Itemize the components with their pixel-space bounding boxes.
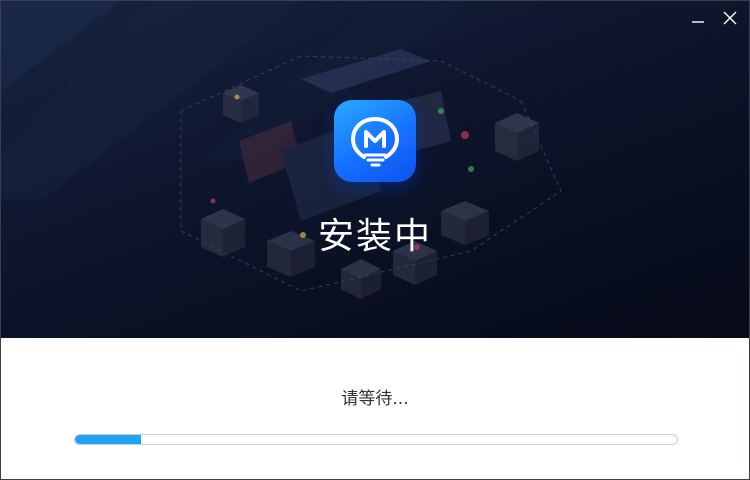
minimize-icon <box>692 21 704 23</box>
please-wait-text: 请等待... <box>341 389 409 409</box>
minimize-button[interactable] <box>687 7 709 29</box>
install-progress-bar <box>74 434 678 445</box>
hero-banner: 安装中 <box>1 1 749 338</box>
close-icon <box>723 11 737 25</box>
window-controls <box>687 7 741 29</box>
app-logo-icon <box>334 100 416 182</box>
installing-title: 安装中 <box>317 216 432 257</box>
progress-fill <box>75 435 142 444</box>
installer-window: 安装中 请等待... <box>0 0 750 480</box>
close-button[interactable] <box>719 7 741 29</box>
